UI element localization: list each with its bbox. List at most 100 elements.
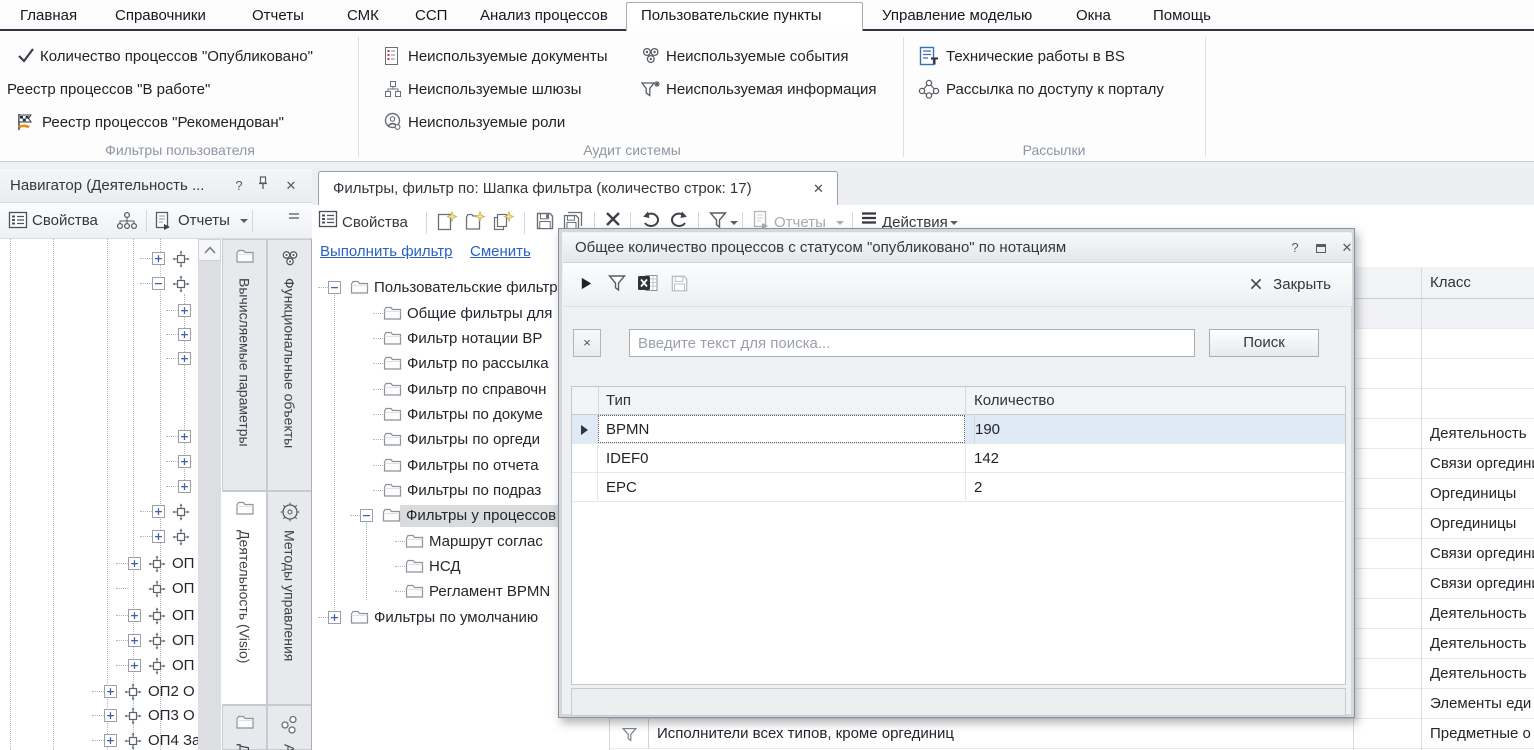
ribbon-button[interactable]: Рассылка по доступу к порталу [946,78,1164,102]
excel-export-icon[interactable] [637,273,659,293]
hierarchy-icon[interactable] [116,211,138,231]
tree-item[interactable]: ОП [172,631,194,651]
overflow-icon[interactable] [288,211,300,221]
help-button[interactable]: ? [228,169,250,203]
save-icon[interactable] [534,210,556,232]
cell-type[interactable]: IDEF0 [606,444,649,473]
filter-tree-item[interactable]: Фильтры по оргеди [407,430,540,450]
tree-item[interactable]: ОП [172,579,194,599]
expand-box[interactable]: + [178,455,191,468]
filter-tree-item[interactable]: Регламент BPMN [429,582,550,602]
filter-tree-item[interactable]: Фильтры по подраз [407,481,541,501]
expand-box[interactable]: + [104,685,117,698]
side-tab-col2-0[interactable]: Функциональные объекты [267,239,311,491]
copy-icon[interactable] [492,210,514,232]
menu-item-9[interactable]: Окна [1076,0,1111,31]
actions-icon[interactable] [860,210,878,226]
collapse-box[interactable]: − [152,277,165,290]
filter-icon[interactable] [708,210,728,230]
side-tab-col1-1[interactable]: Деятельность (Visio) [222,491,267,705]
column-header-type[interactable]: Тип [606,387,631,415]
undo-icon[interactable] [640,210,662,230]
filter-tree-item[interactable]: Фильтры у процессов [406,506,556,526]
menu-item-8[interactable]: Управление моделью [882,0,1032,31]
table-row[interactable]: EPC 2 [572,473,1345,502]
menu-item-1[interactable]: Главная [20,0,77,31]
dialog-titlebar[interactable]: Общее количество процессов с статусом "о… [563,233,1352,263]
cell-type[interactable]: EPC [606,473,637,502]
dialog-close-action[interactable]: Закрыть [1249,271,1331,299]
side-tab-col2-2[interactable]: Аг [267,705,311,750]
filter-tree-item[interactable]: Общие фильтры для [407,304,552,324]
filter-tree-item[interactable]: НСД [429,557,461,577]
side-tab-col2-1[interactable]: Методы управления [267,491,311,705]
ribbon-button[interactable]: Неиспользуемые события [666,45,849,69]
menu-item-5[interactable]: ССП [415,0,447,31]
expand-box[interactable]: + [178,480,191,493]
search-button[interactable]: Поиск [1209,329,1319,357]
menu-item-4[interactable]: СМК [347,0,379,31]
expand-box[interactable]: + [104,709,117,722]
cell-type[interactable]: BPMN [606,415,649,444]
reports-icon[interactable] [154,211,172,231]
filter-tree-item[interactable]: Маршрут соглас [429,532,543,552]
new-folder-icon[interactable] [464,210,486,232]
filter-tree-item[interactable]: Фильтр по рассылка [407,354,549,374]
menu-item-7[interactable]: Пользовательские пункты [641,0,822,31]
tree-item[interactable]: ОП4 За [148,731,200,750]
save-icon[interactable] [669,273,690,294]
expand-box[interactable]: + [128,634,141,647]
table-row[interactable]: BPMN 190 [572,415,1345,444]
ribbon-button[interactable]: Реестр процессов "В работе" [7,78,210,102]
search-clear-button[interactable]: × [573,329,601,357]
side-tab-col1-0[interactable]: Вычисляемые параметры [222,239,267,491]
filter-tree-item[interactable]: Фильтры по докуме [407,405,543,425]
tree-item[interactable]: ОП [172,554,194,574]
expand-box[interactable]: + [152,505,165,518]
collapse-box[interactable]: − [360,509,373,522]
ribbon-button[interactable]: Неиспользуемая информация [666,78,877,102]
ribbon-button[interactable]: Количество процессов "Опубликовано" [40,45,313,69]
expand-box[interactable]: + [178,352,191,365]
ribbon-button[interactable]: Неиспользуемые документы [408,45,608,69]
expand-box[interactable]: + [128,659,141,672]
tree-item[interactable]: ОП2 О [148,682,195,702]
reports-icon[interactable] [752,210,770,230]
tree-item[interactable]: ОП [172,606,194,626]
menu-item-2[interactable]: Справочники [115,0,206,31]
expand-box[interactable]: + [152,252,165,265]
properties-button[interactable]: Свойства [342,205,408,240]
expand-box[interactable]: + [178,328,191,341]
menu-item-6[interactable]: Анализ процессов [480,0,608,31]
delete-icon[interactable] [604,210,622,228]
reports-button[interactable]: Отчеты [178,206,230,236]
scroll-up-button[interactable] [198,239,221,261]
expand-box[interactable]: + [104,734,117,747]
tree-item[interactable]: ОП3 О [148,706,195,726]
cell-count[interactable]: 2 [974,473,982,502]
ribbon-button[interactable]: Неиспользуемые роли [408,111,565,135]
expand-box[interactable]: + [178,430,191,443]
expand-box[interactable]: + [128,609,141,622]
filter-tree-item[interactable]: Пользовательские фильтры [374,278,568,298]
collapse-box[interactable]: − [328,281,341,294]
filter-tree-item[interactable]: Фильтр по справочн [407,380,546,400]
properties-button[interactable]: Свойства [32,206,98,236]
expand-box[interactable]: + [128,557,141,570]
expand-box[interactable]: + [178,304,191,317]
cell-count[interactable]: 142 [974,444,999,473]
filter-tree-item[interactable]: Фильтр нотации BP [407,329,542,349]
ribbon-button[interactable]: Неиспользуемые шлюзы [408,78,581,102]
side-tab-col1-2[interactable]: Де [222,705,267,750]
tab-close-icon[interactable]: ✕ [813,172,824,206]
run-filter-link[interactable]: Выполнить фильтр [320,243,453,260]
menu-item-10[interactable]: Помощь [1153,0,1211,31]
tree-item[interactable]: ОП [172,656,194,676]
redo-icon[interactable] [668,210,690,230]
dialog-maximize-button[interactable] [1311,238,1331,258]
properties-icon[interactable] [8,211,28,229]
tab-filters[interactable]: Фильтры, фильтр по: Шапка фильтра (колич… [318,171,838,205]
new-item-icon[interactable] [436,210,458,232]
menu-item-3[interactable]: Отчеты [252,0,304,31]
column-header-class[interactable]: Класс [1430,267,1471,299]
